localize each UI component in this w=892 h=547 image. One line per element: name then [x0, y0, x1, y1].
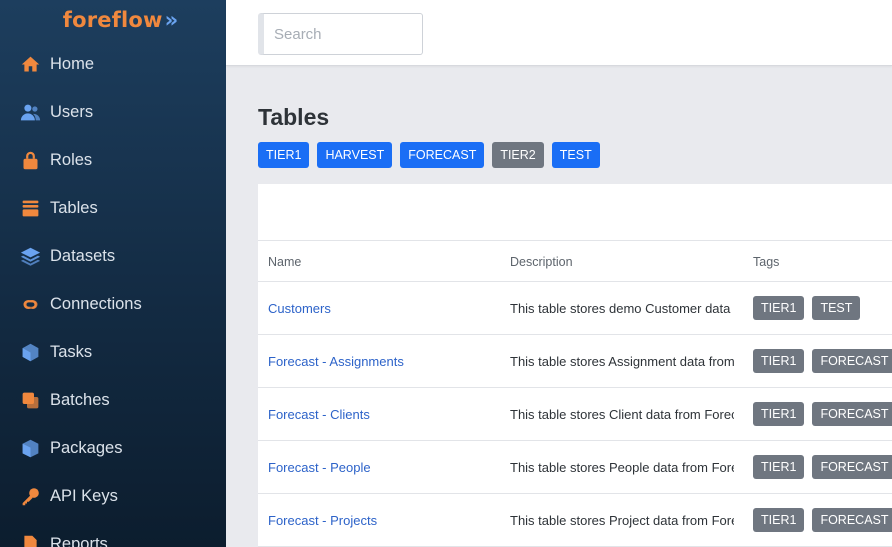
filter-tag-test[interactable]: TEST — [551, 142, 600, 168]
table-row[interactable]: Forecast - Projects This table stores Pro… — [258, 494, 892, 547]
tag-badge: FORECAST — [812, 455, 892, 479]
table-description: This table stores demo Customer data — [510, 300, 731, 316]
copy-icon — [19, 389, 41, 411]
sidebar-item-api-keys[interactable]: API Keys — [0, 472, 226, 520]
link-icon — [19, 293, 41, 315]
sidebar-item-label: Datasets — [50, 246, 116, 265]
table-name-link[interactable]: Forecast - Assignments — [268, 335, 404, 387]
tables-list: Name Description Tags Customers This tabl… — [258, 184, 892, 547]
tag-badge: TIER1 — [753, 508, 805, 532]
table-header: Name Description Tags — [258, 240, 892, 282]
sidebar-item-label: Connections — [50, 294, 142, 313]
sidebar-item-label: Tasks — [50, 342, 93, 361]
column-header-name: Name — [268, 255, 302, 269]
table-row[interactable]: Forecast - Assignments This table stores … — [258, 335, 892, 388]
table-description: This table stores People data from Forec… — [510, 459, 734, 475]
sidebar-item-label: Tables — [50, 198, 98, 217]
sidebar-item-roles[interactable]: Roles — [0, 136, 226, 184]
sidebar-item-packages[interactable]: Packages — [0, 424, 226, 472]
sidebar-item-batches[interactable]: Batches — [0, 376, 226, 424]
table-tags: TIER1 FORECAST — [753, 441, 892, 493]
layers-icon — [19, 245, 41, 267]
table-tags: TIER1 FORECAST — [753, 388, 892, 440]
cube-icon — [19, 341, 41, 363]
table-name-link[interactable]: Forecast - Clients — [268, 388, 370, 440]
table-tags: TIER1 FORECAST — [753, 494, 892, 546]
table-name-link[interactable]: Forecast - Projects — [268, 494, 377, 546]
home-icon — [19, 53, 41, 75]
sidebar-item-home[interactable]: Home — [0, 40, 226, 88]
sidebar-item-reports[interactable]: Reports — [0, 520, 226, 547]
sidebar: foreflow» Home Users Roles Tables Datasets Co… — [0, 0, 226, 547]
table-row[interactable]: Customers This table stores demo Customer… — [258, 282, 892, 335]
sidebar-item-label: Users — [50, 102, 94, 121]
sidebar-item-label: Home — [50, 54, 95, 73]
tag-badge: FORECAST — [812, 508, 892, 532]
sidebar-item-label: Batches — [50, 390, 110, 409]
tag-badge: TIER1 — [753, 455, 805, 479]
table-icon — [19, 197, 41, 219]
tag-badge: TIER1 — [753, 296, 805, 320]
tag-badge: TIER1 — [753, 349, 805, 373]
top-bar — [226, 0, 892, 66]
sidebar-item-tables[interactable]: Tables — [0, 184, 226, 232]
box-icon — [19, 437, 41, 459]
document-icon — [19, 533, 41, 547]
column-header-tags: Tags — [753, 255, 780, 269]
filter-tag-harvest[interactable]: HARVEST — [317, 142, 393, 168]
table-tags: TIER1 FORECAST — [753, 335, 892, 387]
tag-badge: TEST — [812, 296, 861, 320]
sidebar-item-datasets[interactable]: Datasets — [0, 232, 226, 280]
table-name-link[interactable]: Customers — [268, 282, 331, 334]
key-icon — [19, 485, 41, 507]
brand-name: foreflow — [62, 8, 163, 32]
sidebar-item-label: Reports — [50, 534, 108, 547]
sidebar-item-label: Roles — [50, 150, 93, 169]
sidebar-item-connections[interactable]: Connections — [0, 280, 226, 328]
filter-tag-tier2[interactable]: TIER2 — [492, 142, 544, 168]
sidebar-item-label: Packages — [50, 438, 123, 457]
tag-filter-bar: TIER1 HARVEST FORECAST TIER2 TEST — [258, 142, 608, 168]
table-name-link[interactable]: Forecast - People — [268, 441, 371, 493]
table-row[interactable]: Forecast - Clients This table stores Clie… — [258, 388, 892, 441]
column-header-description: Description — [510, 255, 573, 269]
filter-tag-forecast[interactable]: FORECAST — [400, 142, 485, 168]
filter-tag-tier1[interactable]: TIER1 — [258, 142, 310, 168]
users-icon — [19, 101, 41, 123]
lock-icon — [19, 149, 41, 171]
page-title: Tables — [258, 104, 330, 130]
search-input[interactable] — [258, 13, 423, 55]
table-row[interactable]: Forecast - People This table stores Peopl… — [258, 441, 892, 494]
brand-logo[interactable]: foreflow» — [0, 0, 226, 40]
chevrons-right-icon: » — [164, 8, 178, 32]
tag-badge: FORECAST — [812, 349, 892, 373]
table-description: This table stores Assignment data from F… — [510, 353, 734, 369]
sidebar-item-tasks[interactable]: Tasks — [0, 328, 226, 376]
table-tags: TIER1 TEST — [753, 282, 868, 334]
table-description: This table stores Client data from Forec… — [510, 406, 734, 422]
tag-badge: FORECAST — [812, 402, 892, 426]
sidebar-item-users[interactable]: Users — [0, 88, 226, 136]
tag-badge: TIER1 — [753, 402, 805, 426]
table-description: This table stores Project data from Fore… — [510, 512, 734, 528]
sidebar-item-label: API Keys — [50, 486, 118, 505]
